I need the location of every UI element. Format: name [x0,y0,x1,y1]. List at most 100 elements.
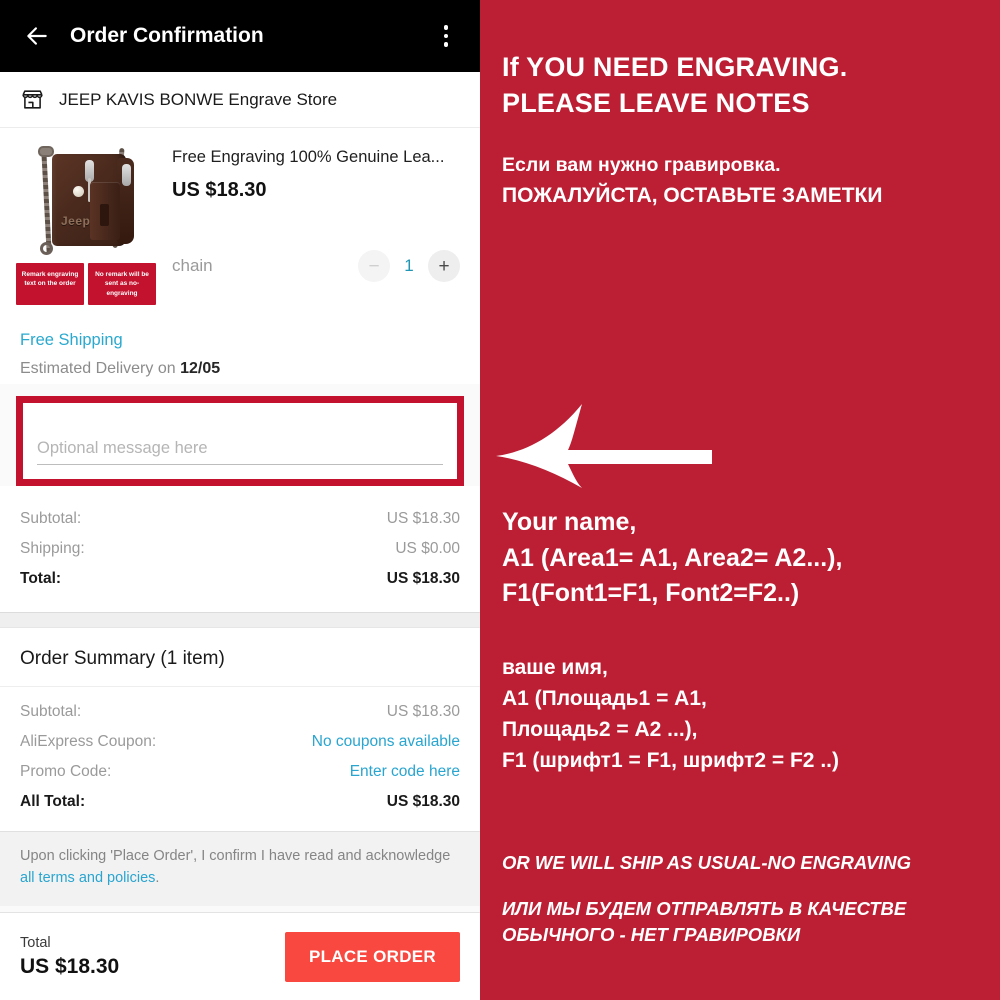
checkout-bottom-bar: Total US $18.30 PLACE ORDER [0,912,480,1000]
bottom-total-label: Total [20,934,51,951]
format-ru-line1: ваше имя, [502,656,608,679]
quantity-decrease-button[interactable]: − [358,250,390,282]
totals-subtotal-label: Subtotal: [20,510,82,528]
arrow-left-icon [27,27,47,45]
promo-heading-ru-line1: Если вам нужно гравировка. [502,154,781,177]
format-en-line3: F1(Font1=F1, Font2=F2..) [502,579,800,607]
totals-shipping-value: US $0.00 [395,540,460,558]
promo-heading-en: If YOU NEED ENGRAVING. PLEASE LEAVE NOTE… [502,0,978,121]
wallet-snap-button [73,186,84,197]
product-image-banners: Remark engraving text on the order No re… [16,263,156,306]
summary-row-promo[interactable]: Promo Code: Enter code here [20,757,460,787]
screenshot-root: Order Confirmation JEEP KAVIS BONWE Engr… [0,0,1000,1000]
bottom-total-value: US $18.30 [20,954,120,978]
more-vertical-icon [443,25,449,30]
totals-total-value: US $18.30 [386,570,460,588]
shipping-block: Free Shipping Estimated Delivery on 12/0… [0,315,480,385]
format-en-line1: Your name, [502,508,637,536]
terms-notice: Upon clicking 'Place Order', I confirm I… [0,831,480,906]
promo-footer-ru: ИЛИ МЫ БУДЕМ ОТПРАВЛЯТЬ В КАЧЕСТВЕ ОБЫЧН… [502,896,990,949]
pointer-arrow [494,398,714,488]
store-name: JEEP KAVIS BONWE Engrave Store [59,89,338,109]
format-en-line2: A1 (Area1= A1, Area2= A2...), [502,543,843,572]
totals-total-label: Total: [20,570,62,588]
free-shipping-label[interactable]: Free Shipping [20,331,460,350]
summary-all-total-value: US $18.30 [386,793,460,811]
format-ru-line4: F1 (шрифт1 = F1, шрифт2 = F2 ..) [502,749,839,773]
product-image[interactable]: Jeep [16,142,156,260]
promo-footer-en: OR WE WILL SHIP AS USUAL-NO ENGRAVING [502,852,912,873]
order-message-input[interactable] [37,436,443,466]
product-card: Jeep Remark engraving text on the order … [0,128,480,316]
product-price: US $18.30 [172,179,267,201]
order-summary-section: Order Summary (1 item) Subtotal: US $18.… [0,628,480,832]
promo-footer: OR WE WILL SHIP AS USUAL-NO ENGRAVING ИЛ… [502,852,990,949]
message-field-highlight [16,396,464,487]
engraving-format-en: Your name, A1 (Area1= A1, Area2= A2...),… [502,505,982,612]
more-vertical-icon [443,42,449,47]
totals-row-total: Total: US $18.30 [20,564,460,594]
more-vertical-icon [443,33,449,39]
arrow-left-large-icon [496,404,712,488]
terms-text-before: Upon clicking 'Place Order', I confirm I… [20,848,451,865]
eta-date: 12/05 [180,360,221,378]
product-title[interactable]: Free Engraving 100% Genuine Lea... [172,148,460,167]
quantity-stepper: − 1 + [358,250,460,282]
wallet-chain-left [41,149,52,255]
summary-subtotal-value: US $18.30 [386,703,460,721]
order-confirmation-screen: Order Confirmation JEEP KAVIS BONWE Engr… [0,0,480,1000]
quantity-value: 1 [404,256,414,275]
wallet-zipper-pull-2 [122,164,131,186]
store-row[interactable]: JEEP KAVIS BONWE Engrave Store [0,72,480,128]
totals-shipping-label: Shipping: [20,540,85,558]
overflow-menu-button[interactable] [426,13,466,59]
order-summary-title: Order Summary (1 item) [20,648,225,670]
summary-promo-label: Promo Code: [20,763,112,781]
bottom-total-block: Total US $18.30 [20,935,119,979]
banner-no-remark: No remark will be sent as no-engraving [88,263,156,306]
quantity-increase-button[interactable]: + [428,250,460,282]
summary-row-coupon[interactable]: AliExpress Coupon: No coupons available [20,727,460,757]
summary-promo-value[interactable]: Enter code here [350,763,460,781]
terms-link[interactable]: all terms and policies [20,870,155,886]
summary-row-subtotal: Subtotal: US $18.30 [20,697,460,727]
product-thumbnail-wrap[interactable]: Jeep Remark engraving text on the order … [16,142,156,306]
engraving-instructions-panel: If YOU NEED ENGRAVING. PLEASE LEAVE NOTE… [480,0,1000,1000]
item-totals: Subtotal: US $18.30 Shipping: US $0.00 T… [0,486,480,613]
summary-coupon-value[interactable]: No coupons available [312,733,460,751]
promo-heading-ru: Если вам нужно гравировка. ПОЖАЛУЙСТА, О… [502,151,978,211]
product-variant: chain [172,256,213,275]
format-ru-line3: Площадь2 = A2 ...), [502,718,698,742]
summary-row-all-total: All Total: US $18.30 [20,787,460,817]
engraving-format-ru: ваше имя, A1 (Площадь1 = A1, Площадь2 = … [502,652,982,776]
variant-row: chain − 1 + [172,250,460,282]
wallet-chain-ring [40,242,53,255]
promo-heading-ru-line2: ПОЖАЛУЙСТА, ОСТАВЬТЕ ЗАМЕТКИ [502,184,883,208]
banner-remark-engraving: Remark engraving text on the order [16,263,84,306]
format-ru-line2: A1 (Площадь1 = A1, [502,687,707,711]
wallet-pocket [100,204,109,226]
eta-prefix: Estimated Delivery on [20,360,176,378]
back-button[interactable] [14,13,60,59]
place-order-button[interactable]: PLACE ORDER [284,931,460,982]
terms-text-after: . [155,870,160,887]
product-info: Free Engraving 100% Genuine Lea... US $1… [172,142,460,305]
promo-heading-en-line1: If YOU NEED ENGRAVING. [502,52,848,82]
estimated-delivery: Estimated Delivery on 12/05 [20,360,460,378]
summary-coupon-label: AliExpress Coupon: [20,733,157,751]
promo-footer-ru-line2: ОБЫЧНОГО - НЕТ ГРАВИРОВКИ [502,924,801,946]
wallet-brand-stamp: Jeep [61,214,91,228]
page-title: Order Confirmation [70,24,264,47]
wallet-chain-clip [38,146,54,157]
order-summary-body: Subtotal: US $18.30 AliExpress Coupon: N… [0,686,480,831]
totals-subtotal-value: US $18.30 [386,510,460,528]
totals-row-shipping: Shipping: US $0.00 [20,534,460,564]
section-divider [0,612,480,629]
promo-heading-en-line2: PLEASE LEAVE NOTES [502,87,810,118]
promo-footer-ru-line1: ИЛИ МЫ БУДЕМ ОТПРАВЛЯТЬ В КАЧЕСТВЕ [502,898,907,919]
summary-all-total-label: All Total: [20,793,86,811]
summary-subtotal-label: Subtotal: [20,703,82,721]
app-bar: Order Confirmation [0,0,480,72]
storefront-icon [22,90,43,109]
totals-row-subtotal: Subtotal: US $18.30 [20,504,460,534]
